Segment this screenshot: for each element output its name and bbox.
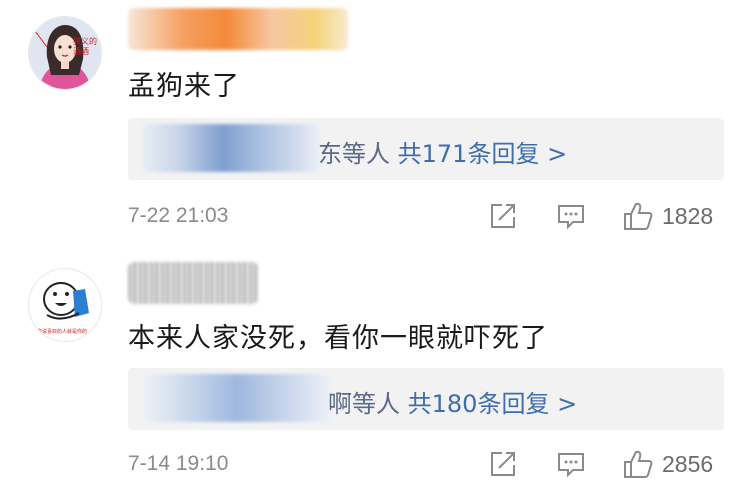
share-button[interactable] bbox=[488, 196, 520, 236]
share-button[interactable] bbox=[488, 444, 520, 484]
avatar[interactable]: 狭义的 酒酒 bbox=[28, 16, 102, 90]
avatar-caption: 狭义的 酒酒 bbox=[73, 37, 97, 56]
reply-names: 东等人 bbox=[318, 140, 390, 168]
share-icon bbox=[491, 452, 515, 476]
like-count: 2856 bbox=[662, 450, 714, 477]
like-button[interactable]: 1828 bbox=[622, 196, 713, 236]
share-icon bbox=[491, 204, 515, 228]
username-redacted[interactable] bbox=[128, 262, 258, 304]
like-count: 1828 bbox=[662, 202, 714, 229]
comment-text: 孟狗来了 bbox=[128, 71, 240, 102]
timestamp: 7-22 21:03 bbox=[128, 204, 229, 227]
comment-icon bbox=[558, 205, 584, 230]
comment-button[interactable] bbox=[556, 444, 588, 484]
username-redacted[interactable] bbox=[128, 8, 348, 50]
comment-icon bbox=[558, 453, 584, 478]
reply-preview[interactable]: 啊等人 共180条回复 > bbox=[128, 368, 724, 430]
reply-names-redacted bbox=[142, 124, 322, 172]
comment-text: 本来人家没死，看你一眼就吓死了 bbox=[128, 323, 548, 354]
svg-text:你说喜欢的人就是你的: 你说喜欢的人就是你的 bbox=[37, 328, 87, 335]
like-icon bbox=[624, 202, 653, 230]
timestamp: 7-14 19:10 bbox=[128, 452, 229, 475]
avatar[interactable]: 你说喜欢的人就是你的 bbox=[28, 268, 102, 342]
reply-count-link[interactable]: 共171条回复 > bbox=[398, 140, 568, 168]
comment-button[interactable] bbox=[556, 196, 588, 236]
like-button[interactable]: 2856 bbox=[622, 444, 713, 484]
like-icon bbox=[624, 450, 653, 478]
reply-names-redacted bbox=[142, 374, 332, 422]
reply-names: 啊等人 bbox=[328, 390, 400, 418]
reply-count-link[interactable]: 共180条回复 > bbox=[408, 390, 578, 418]
reply-preview[interactable]: 东等人 共171条回复 > bbox=[128, 118, 724, 180]
